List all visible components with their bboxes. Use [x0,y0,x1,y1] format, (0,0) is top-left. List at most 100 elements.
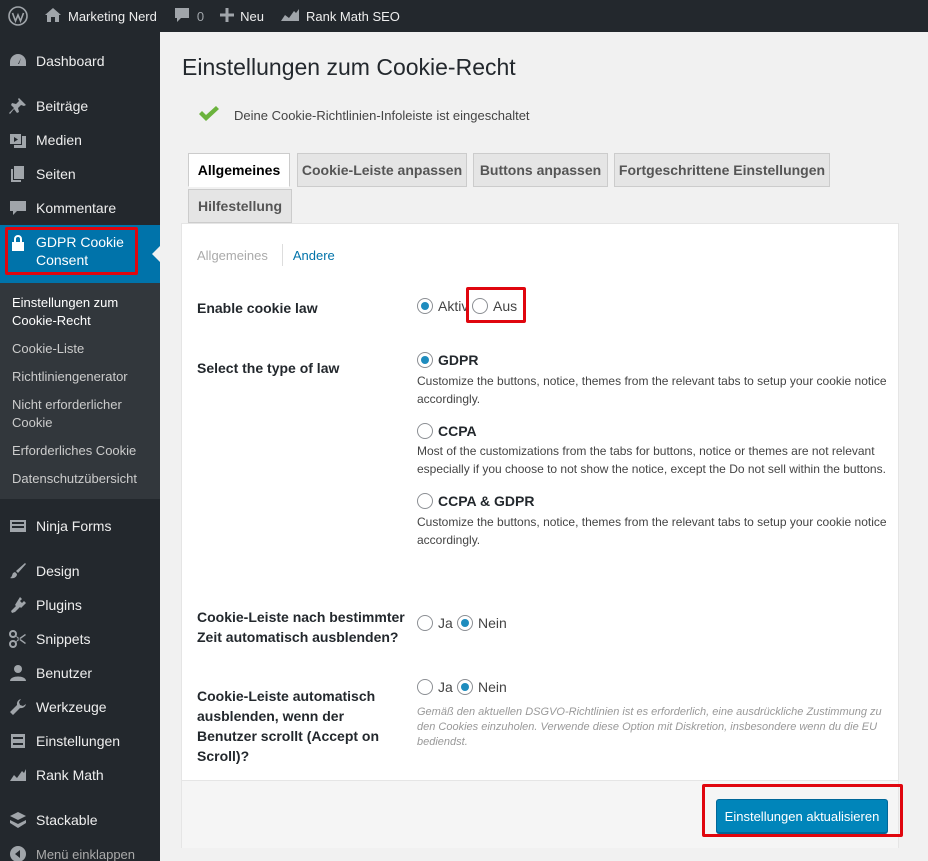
sidebar-item-medien[interactable]: Medien [0,123,160,157]
submenu-item-cookie-settings[interactable]: Einstellungen zum Cookie-Recht [0,289,160,335]
sidebar-item-label: Dashboard [36,53,105,69]
scroll-yes-label: Ja [438,679,453,695]
sidebar-item-label: Beiträge [36,98,89,114]
sidebar-item-stackable[interactable]: Stackable [0,803,160,837]
scroll-hide-note: Gemäß den aktuellen DSGVO-Richtlinien is… [417,706,882,748]
pages-icon [8,164,28,184]
sidebar-item-einstellungen[interactable]: Einstellungen [0,724,160,758]
sidebar-item-dashboard[interactable]: Dashboard [0,44,160,78]
law-ccpa-radio[interactable] [417,423,433,439]
settings-icon [8,731,28,751]
rank-math-icon [280,8,300,25]
law-ccpa-gdpr-radio[interactable] [417,493,433,509]
sidebar-item-label: Kommentare [36,200,117,216]
subnav-current: Allgemeines [197,247,268,263]
sidebar-item-design[interactable]: Design [0,554,160,588]
enable-on-radio[interactable] [417,298,433,314]
tab-hilfestellung[interactable]: Hilfestellung [188,189,292,223]
sidebar-item-label: Menü einklappen [36,846,136,861]
comments-count: 0 [196,8,205,24]
success-notice: Deine Cookie-Richtlinien-Infoleiste ist … [198,105,530,126]
comment-icon [8,198,28,218]
sidebar-item-werkzeuge[interactable]: Werkzeuge [0,690,160,724]
site-name-link[interactable]: Marketing Nerd [36,0,165,32]
sidebar-item-label: Plugins [36,597,82,613]
law-option-gdpr[interactable]: GDPR [417,352,478,368]
scroll-no-radio[interactable] [457,679,473,695]
law-option-ccpa[interactable]: CCPA [417,423,477,439]
autohide-yes-radio[interactable] [417,615,433,631]
sidebar-item-seiten[interactable]: Seiten [0,157,160,191]
sidebar-item-snippets[interactable]: Snippets [0,622,160,656]
sidebar-item-label: Werkzeuge [36,699,107,715]
sidebar-item-label: Benutzer [36,665,93,681]
pin-icon [8,96,28,116]
sidebar-item-label: Snippets [36,631,91,647]
site-name: Marketing Nerd [68,8,157,24]
sidebar-item-label: Stackable [36,812,98,828]
tab-buttons-anpassen[interactable]: Buttons anpassen [473,153,608,187]
submenu-item-policy-generator[interactable]: Richtliniengenerator [0,363,160,391]
enable-off-option[interactable]: Aus [472,298,517,314]
submenu-item-cookie-list[interactable]: Cookie-Liste [0,335,160,363]
notice-text: Deine Cookie-Richtlinien-Infoleiste ist … [234,108,530,123]
brush-icon [8,561,28,581]
autohide-no-option[interactable]: Nein [457,615,507,631]
sidebar-item-kommentare[interactable]: Kommentare [0,191,160,225]
collapse-menu-button[interactable]: Menü einklappen [0,837,160,861]
law-ccpa-gdpr-label: CCPA & GDPR [438,493,535,509]
media-icon [8,130,28,150]
autohide-yes-option[interactable]: Ja [417,615,453,631]
dashboard-icon [8,51,28,71]
scroll-yes-radio[interactable] [417,679,433,695]
home-icon [44,7,62,26]
tab-fortgeschrittene-einstellungen[interactable]: Fortgeschrittene Einstellungen [614,153,830,187]
plus-icon [220,7,235,25]
scissors-icon [8,629,28,649]
law-option-ccpa-gdpr[interactable]: CCPA & GDPR [417,493,534,509]
subnav-link-andere[interactable]: Andere [293,248,335,263]
autohide-no-label: Nein [478,615,507,631]
autohide-yes-label: Ja [438,615,453,631]
comments-link[interactable]: 0 [165,0,212,32]
user-icon [8,663,28,683]
rank-math-seo-link[interactable]: Rank Math SEO [272,0,408,32]
law-gdpr-radio[interactable] [417,352,433,368]
sidebar-item-benutzer[interactable]: Benutzer [0,656,160,690]
enable-cookie-law-label: Enable cookie law [197,300,318,316]
sidebar-item-label: Einstellungen [36,733,121,749]
sidebar-item-beitraege[interactable]: Beiträge [0,89,160,123]
forms-icon [8,516,28,536]
autohide-label: Cookie-Leiste nach bestimmter Zeit autom… [197,609,405,645]
wordpress-logo-icon[interactable] [0,0,36,32]
autohide-no-radio[interactable] [457,615,473,631]
save-settings-button[interactable]: Einstellungen aktualisieren [716,799,888,833]
gdpr-submenu: Einstellungen zum Cookie-Recht Cookie-Li… [0,283,160,499]
panel-footer: Einstellungen aktualisieren [182,780,898,848]
enable-off-radio[interactable] [472,298,488,314]
submenu-item-non-necessary-cookie[interactable]: Nicht erforderlicher Cookie [0,391,160,437]
sidebar-item-rank-math[interactable]: Rank Math [0,758,160,792]
admin-bar: Marketing Nerd 0 Neu Rank Math SEO [0,0,928,32]
submenu-item-necessary-cookie[interactable]: Erforderliches Cookie [0,437,160,465]
plugin-icon [8,595,28,615]
stackable-icon [8,810,28,830]
scroll-no-option[interactable]: Nein [457,679,507,695]
scroll-yes-option[interactable]: Ja [417,679,453,695]
law-ccpa-gdpr-description: Customize the buttons, notice, themes fr… [417,515,887,547]
tab-cookie-leiste-anpassen[interactable]: Cookie-Leiste anpassen [297,153,467,187]
law-ccpa-description: Most of the customizations from the tabs… [417,444,886,476]
subnav-divider [281,244,283,266]
new-content-link[interactable]: Neu [212,0,272,32]
sidebar-item-gdpr-cookie-consent[interactable]: GDPR Cookie Consent [0,225,160,283]
sidebar-item-ninja-forms[interactable]: Ninja Forms [0,509,160,543]
enable-on-option[interactable]: Aktiv [417,298,468,314]
admin-sidebar: Dashboard Beiträge Medien Seiten Komment… [0,32,160,861]
submenu-item-privacy-overview[interactable]: Datenschutzübersicht [0,465,160,493]
law-ccpa-label: CCPA [438,423,477,439]
sidebar-item-plugins[interactable]: Plugins [0,588,160,622]
seo-label: Rank Math SEO [305,8,400,24]
tab-allgemeines[interactable]: Allgemeines [188,153,290,187]
enable-on-label: Aktiv [438,298,469,314]
law-gdpr-label: GDPR [438,352,479,368]
